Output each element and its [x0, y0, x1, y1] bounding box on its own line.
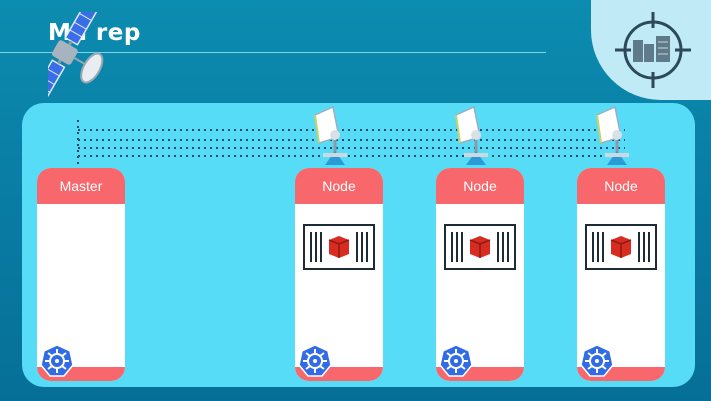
kubernetes-icon [40, 344, 74, 377]
satellite-dish-icon [596, 105, 629, 165]
redis-icon [303, 224, 375, 270]
master-node: Master [37, 168, 125, 381]
kubernetes-icon [298, 344, 332, 377]
redis-icon [444, 224, 516, 270]
worker-node: Node [436, 168, 524, 381]
node-label: Master [37, 168, 125, 204]
redis-icon [585, 224, 657, 270]
node-label: Node [577, 168, 665, 204]
node-label: Node [436, 168, 524, 204]
node-label: Node [295, 168, 383, 204]
kubernetes-icon [439, 344, 473, 377]
kubernetes-icon [580, 344, 614, 377]
satellite-dish-icon [455, 105, 488, 165]
worker-node: Node [295, 168, 383, 381]
worker-node: Node [577, 168, 665, 381]
satellite-dish-icon [314, 105, 347, 165]
